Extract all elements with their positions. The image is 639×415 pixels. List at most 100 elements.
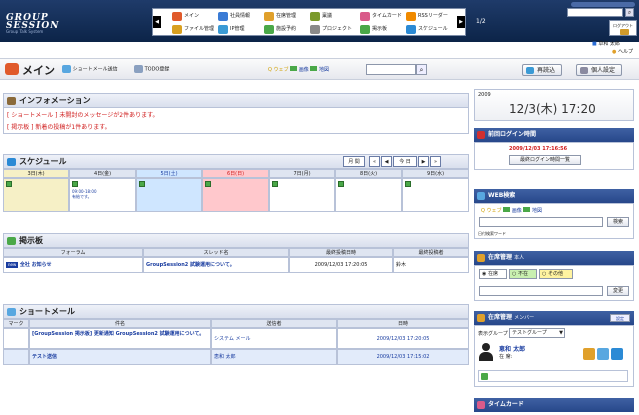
member-schedule-icon[interactable] [611, 348, 623, 360]
bbs-col-forum: フォーラム [3, 248, 143, 257]
web-option[interactable]: ウェブ [274, 67, 289, 73]
toolbar-search-input[interactable] [366, 64, 416, 75]
bbs-panel-header: 掲示板 [3, 233, 469, 248]
schedule-grid: 3日(木) 4日(金) 09:00-18:00 有給です。 5日(土) 6日(日) 7日(月… [3, 169, 469, 212]
help-link[interactable]: ● ヘルプ [612, 48, 633, 55]
presence-member-settings-button[interactable]: 設定 [610, 314, 630, 322]
menu-item-label: 稟議 [322, 13, 333, 19]
shortmail-title: ショートメール [19, 307, 75, 316]
sm-row2-subject[interactable]: テスト送信 [29, 349, 211, 365]
sm-row1-sender[interactable]: システム メール [211, 328, 337, 349]
menu-item-bbs[interactable]: 掲示板 [359, 23, 387, 36]
schedule-day-cell[interactable] [335, 178, 402, 212]
nav-next-week-button[interactable]: » [430, 156, 441, 167]
menu-next-button[interactable]: ▶ [457, 16, 465, 28]
info-message-shortmail[interactable]: [ ショートメール ] 未開封のメッセージが2件あります。 [7, 110, 159, 119]
event-title[interactable]: 有給です。 [72, 194, 92, 199]
add-schedule-icon[interactable] [272, 181, 278, 187]
last-login-time: 2009/12/03 17:16:56 [509, 146, 568, 152]
bbs-row-thread[interactable]: GroupSession2 試験運用について。 [143, 257, 289, 273]
help-label: ヘルプ [617, 49, 633, 55]
menu-item-file[interactable]: ファイル管理 [171, 23, 214, 36]
schedule-day-header[interactable]: 4日(金) [69, 169, 136, 178]
nav-prev-week-button[interactable]: « [369, 156, 380, 167]
toolbar-search-icon[interactable]: ⌕ [416, 64, 427, 75]
sm-row2-sender[interactable]: 恵和 太郎 [211, 349, 337, 365]
nav-today-button[interactable]: 今 日 [393, 156, 417, 167]
presence-change-button[interactable]: 変更 [607, 286, 629, 296]
ip-icon [218, 25, 228, 34]
member-name[interactable]: 恵和 太郎 [499, 344, 525, 353]
schedule-month-week[interactable]: 月 間 [343, 156, 365, 167]
menu-item-user[interactable]: 社員情報 [217, 10, 250, 23]
add-schedule-icon[interactable] [338, 181, 344, 187]
schedule-day-cell[interactable] [402, 178, 469, 212]
schedule-day-header[interactable]: 6日(日) [202, 169, 269, 178]
schedule-day-cell[interactable]: 09:00-18:00 有給です。 [69, 178, 136, 212]
schedule-day-cell[interactable] [202, 178, 269, 212]
info-message-bbs[interactable]: [ 掲示板 ] 新着の投稿が1件あります。 [7, 122, 111, 131]
bbs-row-forum[interactable]: new 全社 お知らせ [3, 257, 143, 273]
logout-button[interactable]: ログアウト [609, 20, 637, 36]
header-search-icon[interactable]: ⌕ [625, 8, 634, 17]
menu-item-facility[interactable]: 施設予約 [263, 23, 296, 36]
schedule-day-header[interactable]: 9日(水) [402, 169, 469, 178]
menu-item-project[interactable]: プロジェクト [309, 23, 352, 36]
add-schedule-icon[interactable] [72, 181, 78, 187]
menu-item-main[interactable]: メイン [171, 10, 199, 23]
personal-settings-button[interactable]: 個人設定 [576, 64, 623, 76]
member-presence-icon[interactable] [583, 348, 595, 360]
menu-item-label: 掲示板 [372, 26, 388, 32]
ws-search-button[interactable]: 検索 [607, 217, 629, 227]
last-login-body: 2009/12/03 17:16:56 最終ログイン時間一覧 [474, 142, 634, 170]
ws-search-input[interactable] [479, 217, 603, 227]
nav-prev-day-button[interactable]: ◀ [381, 156, 392, 167]
menu-item-ip[interactable]: IP管理 [217, 23, 245, 36]
reload-label: 再読込 [537, 67, 556, 74]
reload-button[interactable]: 再読込 [522, 64, 563, 76]
schedule-day-header[interactable]: 5日(土) [136, 169, 202, 178]
menu-item-rss[interactable]: RSSリーダー [405, 10, 448, 23]
todo-link[interactable]: TODO登録 [134, 65, 169, 73]
nav-next-day-button[interactable]: ▶ [418, 156, 429, 167]
ws-web-option[interactable]: ウェブ [487, 208, 502, 214]
presence-option-in[interactable]: ◉ 在席 [479, 269, 507, 279]
group-select[interactable]: テストグループ ▼ [509, 328, 565, 338]
image-icon [503, 207, 511, 212]
add-schedule-icon[interactable] [205, 181, 211, 187]
header-search-input[interactable] [567, 8, 623, 17]
menu-item-schedule[interactable]: スケジュール [405, 23, 448, 36]
map-option[interactable]: 地図 [319, 67, 329, 73]
sm-row1-subject[interactable]: [GroupSession 掲示板] 更新通知 GroupSession2 試験… [29, 328, 211, 349]
nav-month-label: 月 [348, 159, 354, 165]
presence-icon [264, 12, 274, 21]
schedule-day-cell[interactable] [269, 178, 335, 212]
schedule-day-cell[interactable] [3, 178, 69, 212]
schedule-day-cell[interactable] [136, 178, 202, 212]
presence-option-out[interactable]: ○ 不在 [509, 269, 537, 279]
menu-prev-button[interactable]: ◀ [153, 16, 161, 28]
shortmail-send-link[interactable]: ショートメール送信 [62, 65, 118, 73]
presence-option-other[interactable]: ○ その他 [539, 269, 573, 279]
presence-member-body: 表示グループ テストグループ ▼ 恵和 太郎 在 席: [474, 325, 634, 387]
ws-image-option[interactable]: 画像 [512, 208, 522, 214]
schedule-day-header[interactable]: 7日(月) [269, 169, 335, 178]
image-option[interactable]: 画像 [299, 67, 309, 73]
ws-map-option[interactable]: 地図 [532, 208, 542, 214]
schedule-day-header[interactable]: 3日(木) [3, 169, 69, 178]
image-icon [290, 66, 298, 71]
user-icon [218, 12, 228, 21]
last-login-list-button[interactable]: 最終ログイン時間一覧 [509, 155, 581, 165]
menu-item-label: 施設予約 [276, 26, 297, 32]
add-schedule-icon[interactable] [139, 181, 145, 187]
add-schedule-icon[interactable] [6, 181, 12, 187]
presence-comment-input[interactable] [479, 286, 603, 296]
member-mail-icon[interactable] [597, 348, 609, 360]
menu-item-ringi[interactable]: 稟議 [309, 10, 332, 23]
add-schedule-icon[interactable] [405, 181, 411, 187]
schedule-day-header[interactable]: 8日(火) [335, 169, 402, 178]
clock-year: 2009 [478, 92, 491, 98]
menu-item-presence[interactable]: 在席管理 [263, 10, 296, 23]
user-icon: ■ [592, 41, 597, 47]
menu-item-timecard[interactable]: タイムカード [359, 10, 402, 23]
